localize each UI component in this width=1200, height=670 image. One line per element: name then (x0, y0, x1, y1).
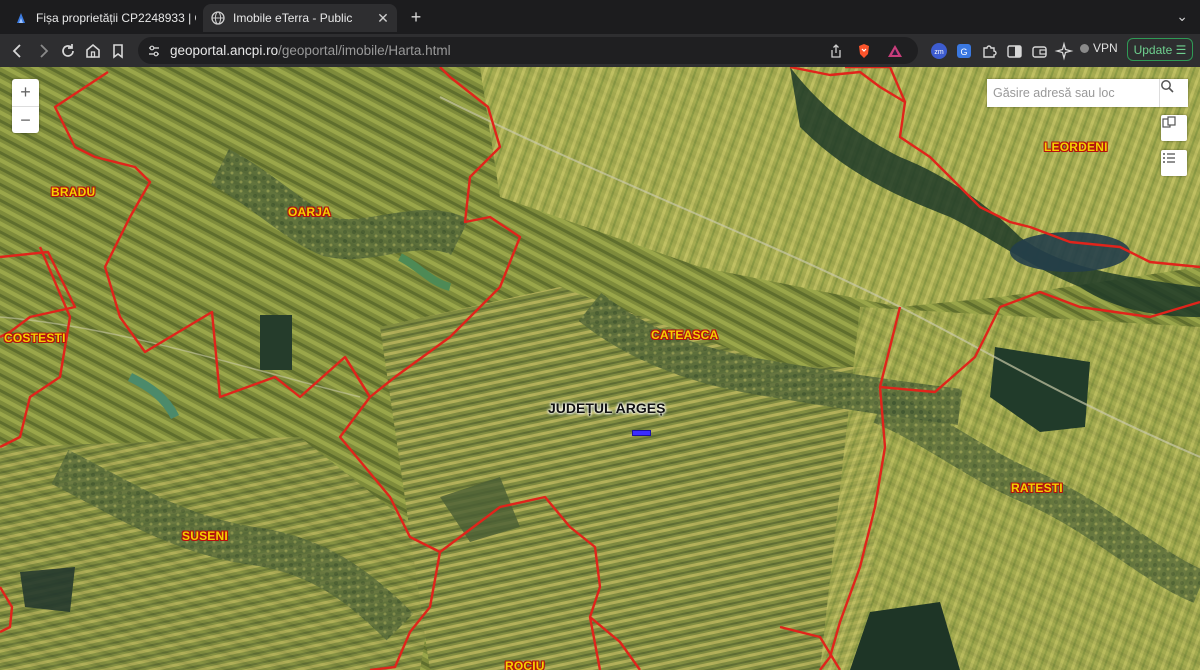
county-label: JUDEȚUL ARGEȘ (548, 400, 666, 416)
layer-list-icon[interactable] (1161, 150, 1187, 176)
share-icon[interactable] (827, 42, 845, 60)
home-icon[interactable] (82, 40, 104, 62)
place-label-oarja: OARJA (288, 205, 332, 219)
extensions-icon[interactable] (978, 40, 1000, 62)
tab-property-sheet[interactable]: Fișa proprietății CP2248933 | CRI (6, 4, 196, 32)
ancpi-favicon-icon (14, 11, 28, 25)
site-settings-icon[interactable] (145, 42, 163, 60)
wallet-icon[interactable] (1028, 40, 1050, 62)
translate-extension-icon[interactable]: G (953, 40, 975, 62)
basemap-gallery-icon[interactable] (1161, 115, 1187, 141)
place-label-rociu: ROCIU (505, 659, 545, 670)
place-label-costesti: COSTESTI (4, 331, 66, 345)
back-icon[interactable] (7, 40, 29, 62)
reload-icon[interactable] (57, 40, 79, 62)
place-label-cateasca: CATEASCA (651, 328, 719, 342)
tab-list-chevron-icon[interactable]: ⌄ (1176, 8, 1188, 25)
browser-toolbar: geoportal.ancpi.ro/geoportal/imobile/Har… (0, 34, 1200, 68)
tab-title: Imobile eTerra - Public (233, 11, 353, 25)
bookmark-icon[interactable] (107, 40, 129, 62)
place-label-bradu: BRADU (51, 185, 96, 199)
svg-text:G: G (960, 47, 967, 57)
svg-text:zm: zm (934, 49, 944, 56)
zm-extension-icon[interactable]: zm (928, 40, 950, 62)
satellite-imagery (0, 67, 1200, 670)
url-path: /geoportal/imobile/Harta.html (278, 43, 451, 58)
parcel-marker[interactable] (632, 430, 651, 436)
url-text: geoportal.ancpi.ro/geoportal/imobile/Har… (170, 43, 451, 58)
place-label-leordeni: LEORDENI (1044, 140, 1108, 154)
brave-rewards-icon[interactable] (886, 42, 904, 60)
address-bar[interactable]: geoportal.ancpi.ro/geoportal/imobile/Har… (138, 37, 918, 64)
tab-eterra[interactable]: Imobile eTerra - Public ✕ (203, 4, 397, 32)
vpn-status-icon (1080, 44, 1089, 53)
vpn-label: VPN (1093, 41, 1118, 55)
globe-icon (211, 11, 225, 25)
zoom-control: + − (12, 79, 39, 133)
new-tab-button[interactable]: + (405, 6, 427, 28)
menu-icon: ☰ (1175, 43, 1187, 57)
forward-icon[interactable] (32, 40, 54, 62)
address-search-input[interactable] (987, 79, 1157, 107)
brave-shield-icon[interactable] (855, 42, 873, 60)
zoom-out-button[interactable]: − (12, 107, 39, 134)
place-label-ratesti: RATESTI (1011, 481, 1063, 495)
sidebar-icon[interactable] (1003, 40, 1025, 62)
leo-ai-icon[interactable] (1053, 40, 1075, 62)
vpn-button[interactable]: VPN (1080, 41, 1118, 55)
address-search (987, 79, 1188, 107)
url-host: geoportal.ancpi.ro (170, 43, 279, 58)
update-button[interactable]: Update ☰ (1127, 38, 1193, 61)
close-tab-icon[interactable]: ✕ (373, 10, 393, 27)
place-label-suseni: SUSENI (182, 529, 228, 543)
tab-title: Fișa proprietății CP2248933 | CRI (36, 11, 196, 25)
update-label: Update (1133, 43, 1173, 57)
search-icon[interactable] (1159, 79, 1188, 107)
zoom-in-button[interactable]: + (12, 79, 39, 107)
tab-strip: Fișa proprietății CP2248933 | CRI Imobil… (0, 0, 1200, 34)
map-view[interactable]: + − BRADU OARJA COSTESTI LEORDENI CATEAS… (0, 67, 1200, 670)
